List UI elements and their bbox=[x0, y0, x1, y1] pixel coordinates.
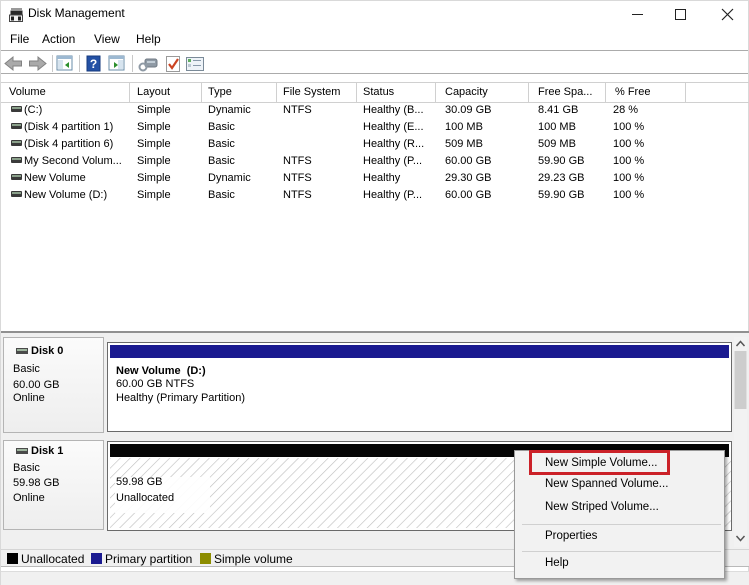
svg-text:?: ? bbox=[90, 57, 97, 71]
